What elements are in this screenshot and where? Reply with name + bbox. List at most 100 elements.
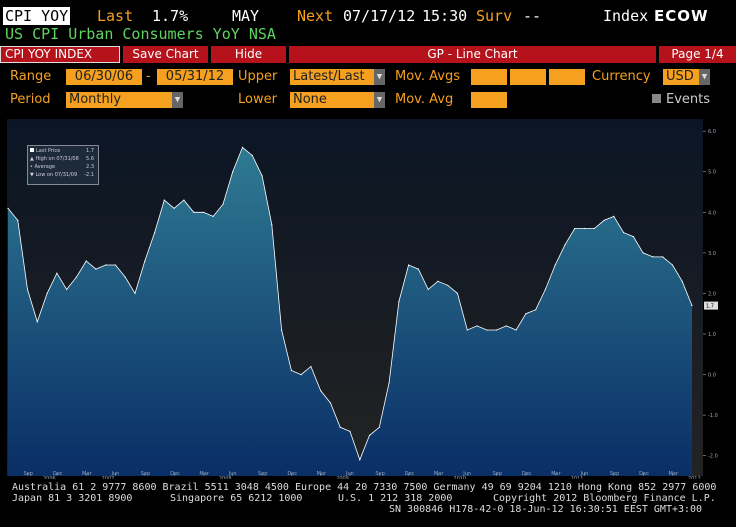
x-month-label: Sep <box>141 471 150 477</box>
data-point <box>496 329 498 331</box>
range-start-input[interactable]: 06/30/06 <box>66 69 142 85</box>
security-description: US CPI Urban Consumers YoY NSA <box>5 25 276 43</box>
lower-select[interactable]: None <box>290 92 374 108</box>
data-point <box>447 284 449 286</box>
data-point <box>114 264 117 266</box>
data-point <box>271 223 273 226</box>
data-point <box>486 329 488 331</box>
last-value: 1.7% <box>152 7 189 25</box>
data-point <box>300 374 302 376</box>
period-dropdown-icon[interactable]: ▼ <box>172 92 183 108</box>
data-point <box>398 301 400 303</box>
x-year-label: 2012 <box>688 476 701 479</box>
line-chart[interactable]: 6.05.04.03.02.01.00.0-1.0-2.01.7 Sep Dec M… <box>0 117 736 479</box>
security-description-row: US CPI Urban Consumers YoY NSA <box>0 25 736 43</box>
currency-label: Currency <box>592 69 651 84</box>
x-month-label: Dec <box>405 471 415 477</box>
footer-copyright: Copyright 2012 Bloomberg Finance L.P. <box>493 493 716 504</box>
currency-select[interactable]: USD <box>663 69 699 85</box>
data-point <box>642 252 644 254</box>
data-point <box>56 272 58 274</box>
data-point <box>554 264 556 266</box>
index-tab[interactable]: CPI YOY INDEX <box>0 46 120 63</box>
x-month-label: Sep <box>375 471 384 477</box>
data-point <box>681 280 683 282</box>
data-point <box>691 305 693 307</box>
footer-singapore: Singapore 65 6212 1000 <box>170 493 303 504</box>
upper-dropdown-icon[interactable]: ▼ <box>374 69 385 85</box>
next-date: 07/17/12 <box>343 7 416 25</box>
lower-dropdown-icon[interactable]: ▼ <box>374 92 385 108</box>
x-month-label: Dec <box>639 471 649 477</box>
last-label: Last <box>97 7 134 25</box>
data-point <box>476 325 478 327</box>
footer-us: U.S. 1 212 318 2000 <box>338 493 453 504</box>
ticker-field[interactable]: CPI YOY <box>3 7 71 25</box>
surv-value: -- <box>523 7 542 25</box>
legend-average: • Average 2.3 <box>30 164 94 170</box>
mov-avg-input-3[interactable] <box>549 69 585 85</box>
data-point <box>564 244 566 246</box>
data-point <box>505 325 507 327</box>
data-point <box>75 276 77 278</box>
data-point <box>671 264 674 266</box>
data-point <box>456 292 459 294</box>
data-point <box>583 227 586 230</box>
period-select[interactable]: Monthly <box>66 92 172 108</box>
data-point <box>359 459 361 461</box>
data-point <box>378 426 380 428</box>
checkbox-icon[interactable] <box>652 94 661 103</box>
x-month-label: Dec <box>522 471 532 477</box>
legend-last-price: Last Price 1.7 <box>30 147 96 155</box>
footer-japan: Japan 81 3 3201 8900 <box>12 493 133 504</box>
page-indicator[interactable]: Page 1/4 <box>659 46 736 63</box>
x-year-label: 2009 <box>336 476 349 479</box>
save-chart-button[interactable]: Save Chart <box>123 46 208 63</box>
data-point <box>17 219 19 221</box>
data-point <box>388 382 390 384</box>
events-toggle[interactable]: Events <box>652 92 710 107</box>
hide-button[interactable]: Hide <box>211 46 286 63</box>
data-point <box>535 309 537 311</box>
data-point <box>613 215 615 217</box>
surv-label: Surv <box>476 7 513 25</box>
controls-row-1: Range 06/30/06 - 05/31/12 Upper Latest/L… <box>0 69 736 87</box>
data-point <box>525 313 527 315</box>
mov-avg-input-2[interactable] <box>510 69 546 85</box>
data-point <box>320 390 322 392</box>
currency-dropdown-icon[interactable]: ▼ <box>699 69 710 85</box>
index-label: Index <box>603 7 649 25</box>
data-point <box>623 232 625 234</box>
data-point <box>202 211 204 213</box>
x-month-label: Mar <box>434 471 444 477</box>
data-point <box>154 232 156 234</box>
x-month-label: Dec <box>170 471 180 477</box>
x-month-label: Mar <box>668 471 678 477</box>
upper-select[interactable]: Latest/Last <box>290 69 374 85</box>
mov-avg-single-input[interactable] <box>471 92 507 108</box>
events-label: Events <box>666 92 711 107</box>
data-point <box>417 268 419 270</box>
data-point <box>593 227 595 230</box>
data-point <box>66 288 68 290</box>
x-month-label: Mar <box>551 471 561 477</box>
x-month-label: Sep <box>258 471 267 477</box>
data-point <box>212 215 214 217</box>
data-point <box>7 207 9 209</box>
footer-timestamp: SN 300846 H178-42-0 18-Jun-12 16:30:51 E… <box>389 504 703 515</box>
header-bar: CPI YOY Last 1.7% MAY Next 07/17/12 15:3… <box>0 7 736 25</box>
range-separator: - <box>146 69 151 84</box>
data-point <box>515 329 517 331</box>
data-point <box>134 292 136 294</box>
mov-avg-label: Mov. Avg <box>395 92 454 107</box>
mov-avg-input-1[interactable] <box>471 69 507 85</box>
x-month-label: Mar <box>317 471 327 477</box>
controls-row-2: Period Monthly ▼ Lower None ▼ Mov. Avg E… <box>0 92 736 110</box>
data-point <box>574 227 576 230</box>
data-point <box>632 236 635 238</box>
ecow-label[interactable]: ECOW <box>654 7 709 25</box>
footer-line-1: Australia 61 2 9777 8600 Brazil 5511 304… <box>12 482 717 493</box>
data-point <box>183 199 185 201</box>
x-month-label: Sep <box>610 471 619 477</box>
range-end-input[interactable]: 05/31/12 <box>157 69 233 85</box>
